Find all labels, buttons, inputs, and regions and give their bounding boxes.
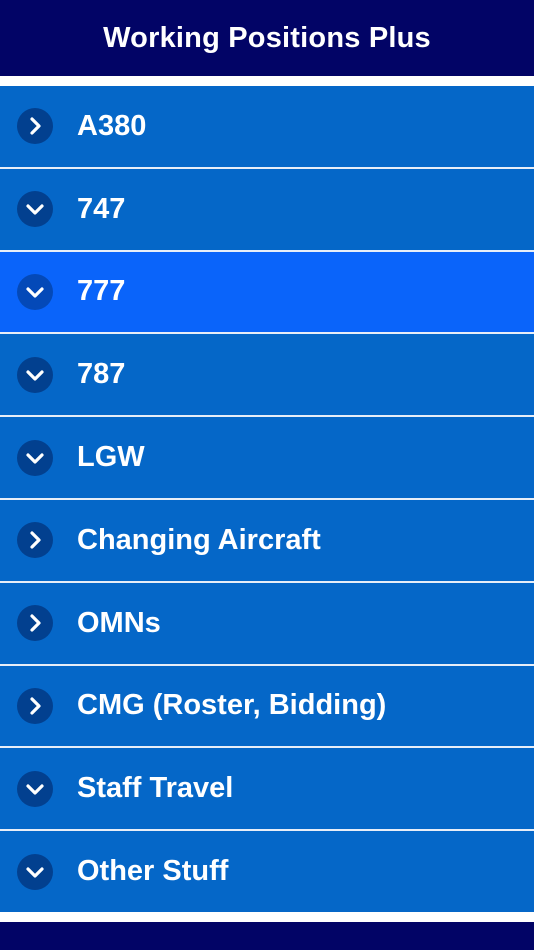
- menu-item-cmg[interactable]: CMG (Roster, Bidding): [0, 665, 534, 749]
- chevron-down-icon: [17, 273, 53, 310]
- menu-item-label: 747: [77, 192, 126, 225]
- menu-item-label: Other Stuff: [77, 855, 229, 888]
- menu-item-staff-travel[interactable]: Staff Travel: [0, 748, 534, 832]
- menu-item-other-stuff[interactable]: Other Stuff: [0, 831, 534, 912]
- menu-item-label: 777: [77, 275, 126, 308]
- menu-item-a380[interactable]: A380: [0, 86, 534, 169]
- menu-item-changing-aircraft[interactable]: Changing Aircraft: [0, 499, 534, 583]
- menu-item-label: Changing Aircraft: [77, 523, 321, 556]
- page-title: Working Positions Plus: [103, 21, 431, 54]
- chevron-right-icon: [17, 687, 53, 724]
- chevron-down-icon: [17, 770, 53, 807]
- menu-item-label: CMG (Roster, Bidding): [77, 689, 387, 722]
- menu-item-lgw[interactable]: LGW: [0, 417, 534, 500]
- app-header: Working Positions Plus: [0, 0, 534, 76]
- menu-item-777[interactable]: 777: [0, 251, 534, 335]
- chevron-down-icon: [17, 439, 53, 476]
- chevron-right-icon: [17, 605, 53, 642]
- chevron-right-icon: [17, 522, 53, 559]
- footer-bar: [0, 922, 534, 950]
- menu-item-label: 787: [77, 358, 126, 391]
- menu-item-label: LGW: [77, 441, 145, 474]
- menu-item-label: A380: [77, 109, 147, 142]
- menu-item-787[interactable]: 787: [0, 334, 534, 418]
- menu-list: A380 747 777 787 LGW Changing Aircraft O…: [0, 86, 534, 912]
- menu-item-747[interactable]: 747: [0, 168, 534, 252]
- menu-item-label: OMNs: [77, 606, 161, 639]
- chevron-down-icon: [17, 356, 53, 393]
- menu-item-omns[interactable]: OMNs: [0, 582, 534, 666]
- chevron-right-icon: [17, 108, 53, 145]
- chevron-down-icon: [17, 191, 53, 228]
- chevron-down-icon: [17, 853, 53, 890]
- menu-item-label: Staff Travel: [77, 772, 234, 805]
